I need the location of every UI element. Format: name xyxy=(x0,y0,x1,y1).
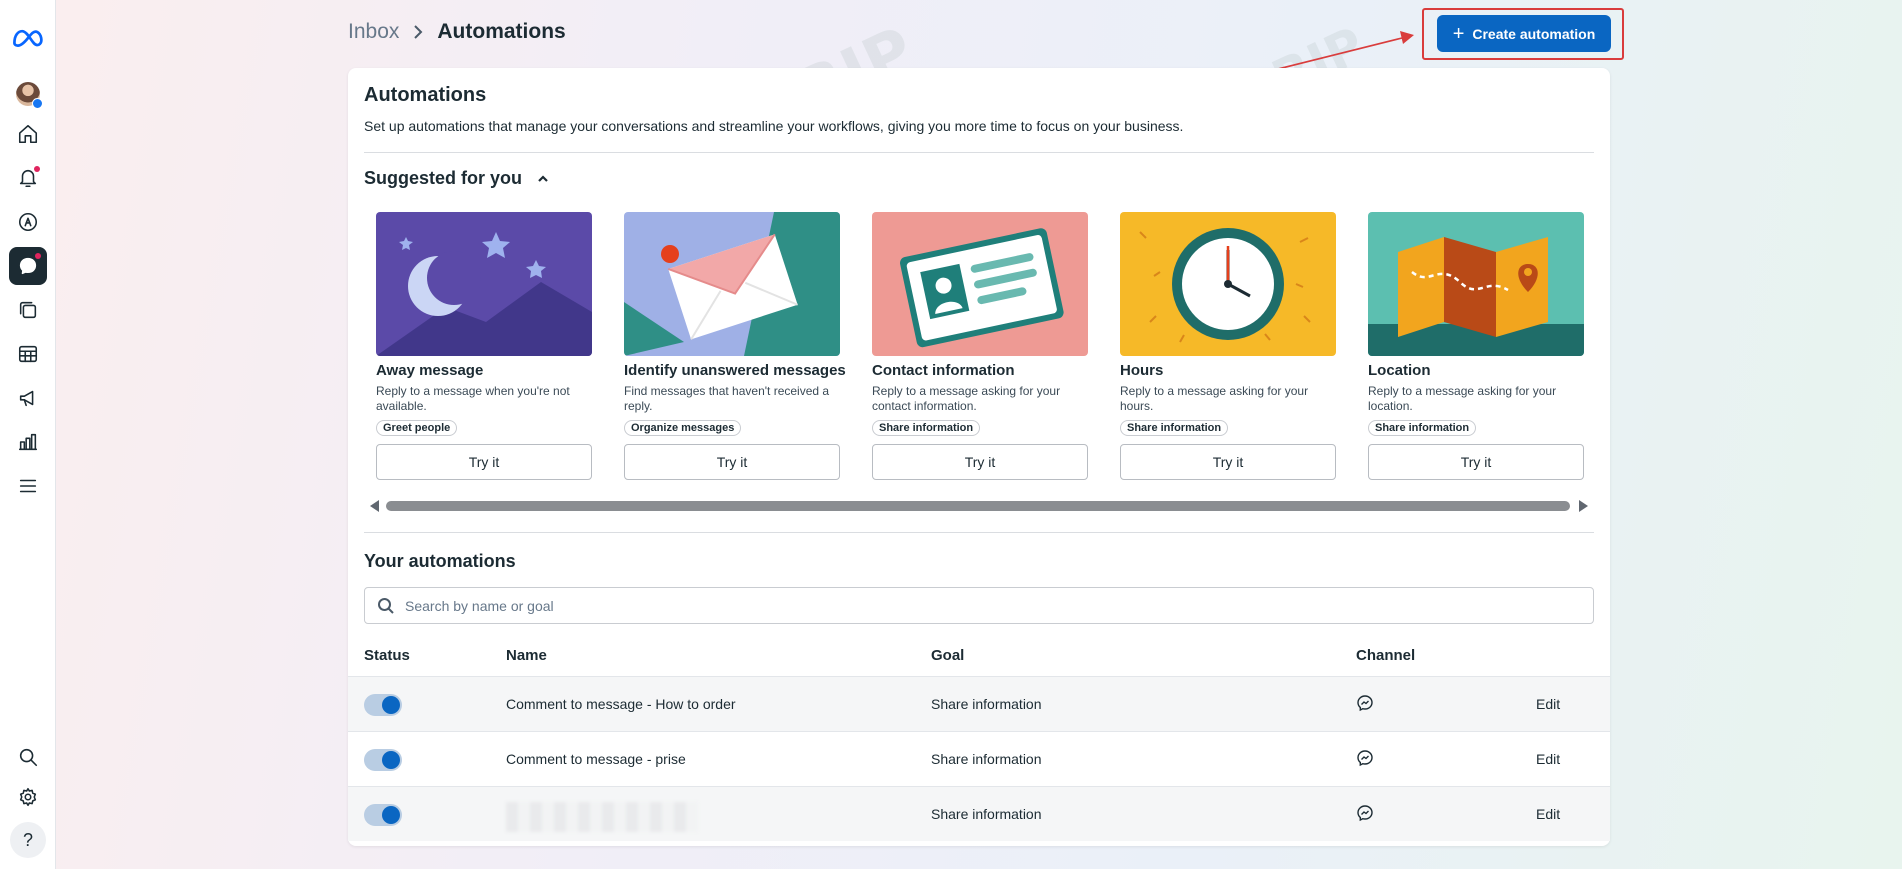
planner-table-icon[interactable] xyxy=(9,335,47,373)
automation-name: Comment to message - How to order xyxy=(506,696,736,712)
help-icon[interactable]: ? xyxy=(10,822,46,858)
profile-avatar[interactable] xyxy=(9,75,47,113)
column-header-status: Status xyxy=(364,647,410,664)
status-toggle[interactable] xyxy=(364,694,402,716)
toggle-knob xyxy=(382,751,400,769)
suggestion-title: Hours xyxy=(1120,362,1164,379)
suggestion-description: Reply to a message asking for your conta… xyxy=(872,384,1061,413)
column-header-channel: Channel xyxy=(1356,647,1416,664)
insights-bar-chart-icon[interactable] xyxy=(9,423,47,461)
divider xyxy=(364,152,1594,153)
search-icon[interactable] xyxy=(9,738,47,776)
your-automations-title: Your automations xyxy=(364,551,516,571)
breadcrumb-inbox-link[interactable]: Inbox xyxy=(348,20,399,44)
page-title: Automations xyxy=(437,20,566,43)
inbox-icon[interactable] xyxy=(9,247,47,285)
edit-link[interactable]: Edit xyxy=(1536,696,1560,712)
automation-goal: Share information xyxy=(931,806,1042,822)
notifications-icon[interactable] xyxy=(9,159,47,197)
megaphone-icon[interactable] xyxy=(9,379,47,417)
envelope-illustration-icon xyxy=(624,212,840,356)
automations-title: Automations xyxy=(364,84,487,106)
inbox-unread-dot xyxy=(35,253,41,259)
settings-gear-icon[interactable] xyxy=(9,778,47,816)
avatar xyxy=(16,82,43,109)
try-it-button[interactable]: Try it xyxy=(376,444,592,480)
search-field[interactable] xyxy=(364,587,1594,624)
away-moon-illustration-icon xyxy=(376,212,592,356)
create-automation-label: Create automation xyxy=(1472,25,1596,42)
suggestion-title: Identify unanswered messages xyxy=(624,362,846,379)
suggestion-goal-badge: Share information xyxy=(872,420,981,436)
suggestion-card-contact: Contact information Reply to a message a… xyxy=(872,212,1088,480)
toggle-knob xyxy=(382,806,400,824)
suggestion-title: Away message xyxy=(376,362,484,379)
chevron-right-icon xyxy=(409,23,427,41)
edit-link[interactable]: Edit xyxy=(1536,751,1560,767)
search-icon xyxy=(378,597,394,614)
table-row: Comment to message - prise Share informa… xyxy=(348,731,1610,786)
map-illustration-icon xyxy=(1368,212,1584,356)
breadcrumb: Inbox Automations xyxy=(348,20,566,44)
content-icon[interactable] xyxy=(9,291,47,329)
automation-name: Comment to message - prise xyxy=(506,751,686,767)
messenger-icon xyxy=(1356,694,1374,712)
suggestion-description: Reply to a message asking for your hours… xyxy=(1120,384,1309,413)
blurred-automation-name xyxy=(506,802,698,832)
suggestion-card-location: Location Reply to a message asking for y… xyxy=(1368,212,1584,480)
suggestion-description: Reply to a message asking for your locat… xyxy=(1368,384,1557,413)
automations-card: Automations Set up automations that mana… xyxy=(348,68,1610,846)
edit-link[interactable]: Edit xyxy=(1536,806,1560,822)
toggle-knob xyxy=(382,696,400,714)
scroll-left-arrow-icon[interactable] xyxy=(370,500,379,512)
suggestion-card-away: Away message Reply to a message when you… xyxy=(376,212,592,480)
try-it-button[interactable]: Try it xyxy=(624,444,840,480)
contact-card-illustration-icon xyxy=(872,212,1088,356)
suggestion-goal-badge: Organize messages xyxy=(624,420,742,436)
suggestion-goal-badge: Share information xyxy=(1120,420,1229,436)
automation-goal: Share information xyxy=(931,696,1042,712)
suggestion-goal-badge: Greet people xyxy=(376,420,458,436)
ads-manager-icon[interactable] xyxy=(9,203,47,241)
suggested-title: Suggested for you xyxy=(364,168,523,188)
create-automation-button[interactable]: + Create automation xyxy=(1437,15,1611,52)
divider xyxy=(364,532,1594,533)
column-header-name: Name xyxy=(506,647,547,664)
plus-icon: + xyxy=(1452,22,1465,45)
suggestion-card-hours: Hours Reply to a message asking for your… xyxy=(1120,212,1336,480)
suggested-toggle[interactable]: Suggested for you xyxy=(364,168,550,189)
menu-icon[interactable] xyxy=(9,467,47,505)
table-row: Share information Edit xyxy=(348,786,1610,841)
status-toggle[interactable] xyxy=(364,749,402,771)
horizontal-scrollbar[interactable] xyxy=(386,501,1570,511)
suggestion-title: Location xyxy=(1368,362,1431,379)
messenger-icon xyxy=(1356,804,1374,822)
automation-goal: Share information xyxy=(931,751,1042,767)
table-row: Comment to message - How to order Share … xyxy=(348,676,1610,731)
try-it-button[interactable]: Try it xyxy=(872,444,1088,480)
suggestion-title: Contact information xyxy=(872,362,1015,379)
notification-dot xyxy=(34,166,40,172)
column-header-goal: Goal xyxy=(931,647,965,664)
meta-logo-icon[interactable] xyxy=(9,19,47,57)
facebook-badge-icon xyxy=(32,98,43,109)
suggestion-description: Reply to a message when you're not avail… xyxy=(376,384,570,413)
suggestion-card-unanswered: Identify unanswered messages Find messag… xyxy=(624,212,846,480)
left-nav: ? xyxy=(0,0,56,869)
messenger-icon xyxy=(1356,749,1374,767)
suggestion-description: Find messages that haven't received a re… xyxy=(624,384,830,413)
status-toggle[interactable] xyxy=(364,804,402,826)
try-it-button[interactable]: Try it xyxy=(1120,444,1336,480)
try-it-button[interactable]: Try it xyxy=(1368,444,1584,480)
automations-subtitle: Set up automations that manage your conv… xyxy=(364,118,1184,134)
home-icon[interactable] xyxy=(9,115,47,153)
search-input[interactable] xyxy=(405,597,1555,614)
suggestion-goal-badge: Share information xyxy=(1368,420,1477,436)
chevron-up-icon xyxy=(538,174,548,182)
scroll-right-arrow-icon[interactable] xyxy=(1579,500,1588,512)
clock-illustration-icon xyxy=(1120,212,1336,356)
